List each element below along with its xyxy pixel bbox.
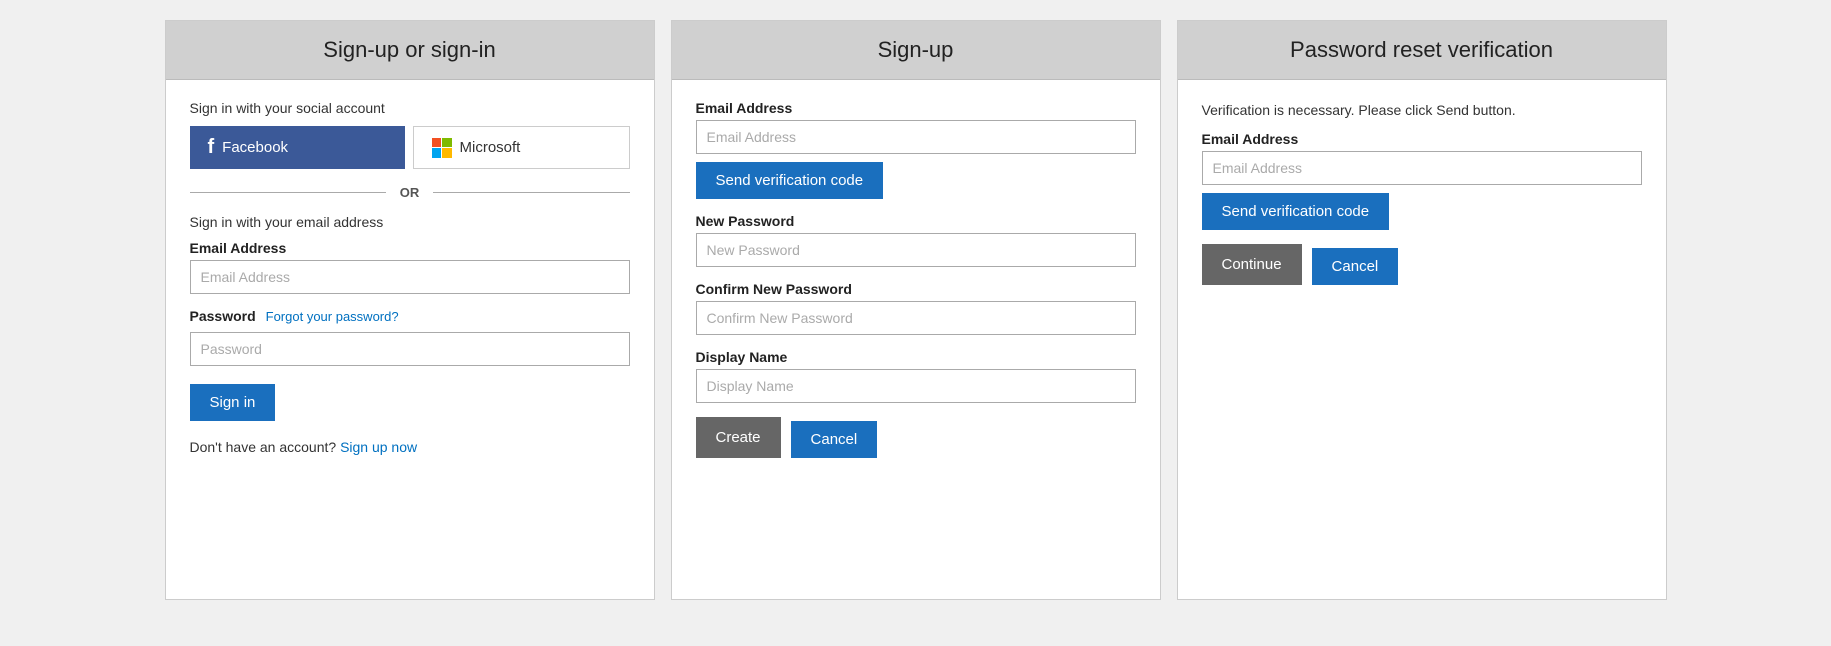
signup-email-input[interactable]	[696, 120, 1136, 154]
display-name-group: Display Name	[696, 349, 1136, 403]
signup-panel-body: Email Address Send verification code New…	[672, 80, 1160, 478]
confirm-password-input[interactable]	[696, 301, 1136, 335]
display-name-input[interactable]	[696, 369, 1136, 403]
signup-send-code-button[interactable]: Send verification code	[696, 162, 884, 199]
no-account-text: Don't have an account?	[190, 439, 337, 455]
signup-now-link[interactable]: Sign up now	[340, 439, 417, 455]
reset-panel-body: Verification is necessary. Please click …	[1178, 80, 1666, 305]
continue-button[interactable]: Continue	[1202, 244, 1302, 285]
signin-panel: Sign-up or sign-in Sign in with your soc…	[165, 20, 655, 600]
signup-button-row: Create Cancel	[696, 417, 1136, 458]
signin-email-input[interactable]	[190, 260, 630, 294]
reset-email-label: Email Address	[1202, 131, 1642, 147]
reset-panel-title: Password reset verification	[1178, 21, 1666, 80]
signin-panel-body: Sign in with your social account f Faceb…	[166, 80, 654, 475]
confirm-password-group: Confirm New Password	[696, 281, 1136, 335]
signup-prompt: Don't have an account? Sign up now	[190, 439, 630, 455]
signup-panel: Sign-up Email Address Send verification …	[671, 20, 1161, 600]
microsoft-label: Microsoft	[460, 139, 521, 156]
new-password-group: New Password	[696, 213, 1136, 267]
reset-send-code-button[interactable]: Send verification code	[1202, 193, 1390, 230]
reset-cancel-button[interactable]: Cancel	[1312, 248, 1399, 285]
or-divider: OR	[190, 185, 630, 200]
verification-info-text: Verification is necessary. Please click …	[1202, 102, 1516, 118]
confirm-password-label: Confirm New Password	[696, 281, 1136, 297]
new-password-label: New Password	[696, 213, 1136, 229]
display-name-label: Display Name	[696, 349, 1136, 365]
reset-email-input[interactable]	[1202, 151, 1642, 185]
password-label-row: Password Forgot your password?	[190, 308, 630, 328]
reset-button-row: Continue Cancel	[1202, 244, 1642, 285]
social-heading: Sign in with your social account	[190, 100, 630, 116]
create-button[interactable]: Create	[696, 417, 781, 458]
reset-email-group: Email Address Send verification code	[1202, 131, 1642, 230]
signin-email-label: Email Address	[190, 240, 630, 256]
reset-panel: Password reset verification Verification…	[1177, 20, 1667, 600]
microsoft-icon	[432, 138, 452, 158]
signup-panel-title: Sign-up	[672, 21, 1160, 80]
forgot-password-link[interactable]: Forgot your password?	[266, 309, 399, 324]
signin-button[interactable]: Sign in	[190, 384, 276, 421]
social-buttons: f Facebook Microsoft	[190, 126, 630, 169]
facebook-icon: f	[208, 136, 215, 159]
signin-password-label: Password	[190, 308, 256, 324]
new-password-input[interactable]	[696, 233, 1136, 267]
signin-password-input[interactable]	[190, 332, 630, 366]
facebook-button[interactable]: f Facebook	[190, 126, 405, 169]
signin-email-group: Email Address	[190, 240, 630, 294]
signup-email-label: Email Address	[696, 100, 1136, 116]
or-text: OR	[386, 185, 434, 200]
facebook-label: Facebook	[222, 139, 288, 156]
signin-panel-title: Sign-up or sign-in	[166, 21, 654, 80]
signin-password-group: Password Forgot your password?	[190, 308, 630, 366]
verification-info: Verification is necessary. Please click …	[1202, 100, 1642, 121]
email-heading: Sign in with your email address	[190, 214, 630, 230]
signup-email-group: Email Address Send verification code	[696, 100, 1136, 199]
microsoft-button[interactable]: Microsoft	[413, 126, 630, 169]
signup-cancel-button[interactable]: Cancel	[791, 421, 878, 458]
